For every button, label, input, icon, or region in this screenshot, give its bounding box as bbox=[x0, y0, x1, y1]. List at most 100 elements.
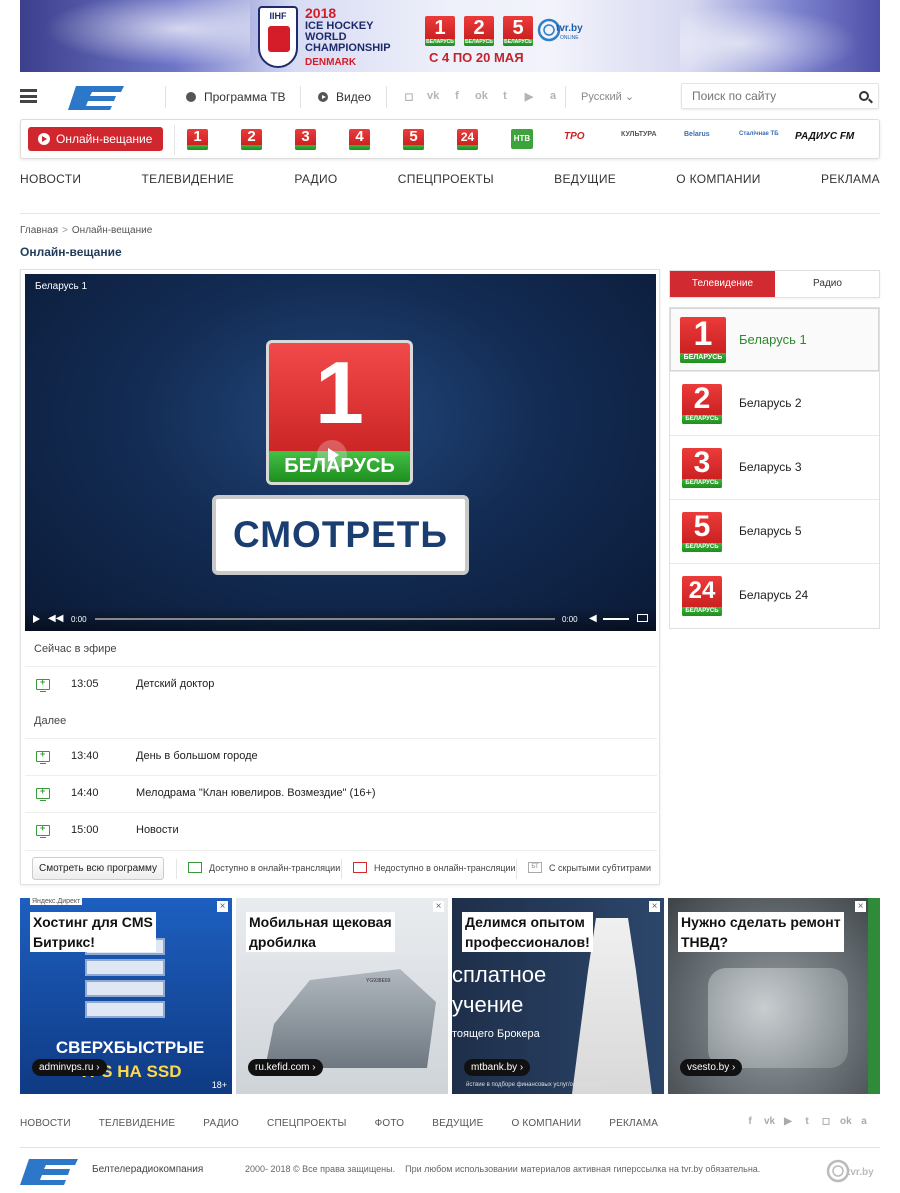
channel-logo-24[interactable]: 24 bbox=[457, 129, 478, 150]
rewind-icon[interactable]: ◀◀ bbox=[48, 613, 63, 624]
search-icon[interactable] bbox=[859, 91, 869, 101]
channel-logo-kultura[interactable]: КУЛЬТУРА bbox=[621, 131, 657, 138]
schedule-row[interactable]: 13:05 Детский доктор bbox=[25, 666, 657, 703]
breadcrumb-home[interactable]: Главная bbox=[20, 225, 58, 236]
nav-news[interactable]: НОВОСТИ bbox=[20, 172, 81, 186]
footer-nav-about[interactable]: О КОМПАНИИ bbox=[511, 1118, 581, 1129]
channel-logo-1[interactable]: 1 bbox=[187, 129, 208, 150]
close-icon[interactable]: × bbox=[217, 901, 228, 912]
progress-bar[interactable] bbox=[95, 618, 555, 620]
footer-nav-photo[interactable]: ФОТО bbox=[375, 1118, 405, 1129]
footer-bt-logo[interactable] bbox=[20, 1157, 78, 1185]
tv-available-icon bbox=[36, 677, 50, 692]
close-icon[interactable]: × bbox=[433, 901, 444, 912]
menu-burger-icon[interactable] bbox=[20, 89, 37, 103]
video-controls: ◀◀ 0:00 0:00 ◀ bbox=[25, 607, 656, 631]
youtube-icon[interactable]: ▶ bbox=[783, 1116, 793, 1128]
language-select[interactable]: Русский ⌄ bbox=[581, 90, 634, 103]
channel-logo-2[interactable]: 2 bbox=[241, 129, 262, 150]
channel-logo-stolichnoe[interactable]: Сталічнае ТБ bbox=[739, 131, 779, 137]
watch-button[interactable]: СМОТРЕТЬ bbox=[212, 495, 469, 575]
footer-tvr-logo[interactable]: tvr.by bbox=[825, 1157, 877, 1185]
channel-item-belarus3[interactable]: 3 БЕЛАРУСЬ Беларусь 3 bbox=[670, 436, 879, 500]
online-broadcast-button[interactable]: Онлайн-вещание bbox=[28, 127, 163, 151]
channel-logo-4[interactable]: 4 bbox=[349, 129, 370, 150]
android-icon[interactable]: a bbox=[859, 1116, 869, 1128]
facebook-icon[interactable]: f bbox=[745, 1116, 755, 1128]
channel-logo-1: 1 БЕЛАРУСЬ bbox=[680, 317, 726, 363]
odnoklassniki-icon[interactable]: ok bbox=[475, 90, 488, 102]
nav-radio[interactable]: РАДИО bbox=[294, 172, 337, 186]
channel-item-belarus5[interactable]: 5 БЕЛАРУСЬ Беларусь 5 bbox=[670, 500, 879, 564]
green-strip bbox=[868, 898, 880, 1094]
channel-list: 1 БЕЛАРУСЬ Беларусь 1 2 БЕЛАРУСЬ Беларусь … bbox=[669, 307, 880, 629]
youtube-icon[interactable]: ▶ bbox=[523, 90, 535, 103]
fullscreen-icon[interactable] bbox=[637, 614, 648, 622]
nav-ads[interactable]: РЕКЛАМА bbox=[821, 172, 880, 186]
ad-mtbank[interactable]: сплатное учение тоящего Брокера йствие в… bbox=[452, 898, 664, 1094]
channel-logo-tro[interactable]: ТРО bbox=[564, 131, 585, 142]
channel-logo-ntv[interactable]: НТВ bbox=[511, 129, 533, 149]
ad-title: Мобильная щековая дробилка bbox=[246, 912, 395, 952]
close-icon[interactable]: × bbox=[855, 901, 866, 912]
championship-banner[interactable]: IIHF 2018 ICE HOCKEY WORLD CHAMPIONSHIP … bbox=[20, 0, 880, 72]
schedule-row[interactable]: 14:40 Мелодрама "Клан ювелиров. Возмезди… bbox=[25, 775, 657, 812]
footer-nav-hosts[interactable]: ВЕДУЩИЕ bbox=[432, 1118, 483, 1129]
ad-domain[interactable]: mtbank.by › bbox=[464, 1059, 531, 1076]
instagram-icon[interactable]: ◻ bbox=[403, 90, 415, 103]
ad-kefid[interactable]: YG938E69 Мобильная щековая дробилка ru.ke… bbox=[236, 898, 448, 1094]
ad-caption: йствие в подборе финансовых услуг/органи… bbox=[466, 1082, 605, 1088]
volume-slider[interactable] bbox=[603, 618, 629, 620]
ad-adminvps[interactable]: Яндекс.Директ СВЕРХБЫСТРЫЕ VPS НА SSD Хо… bbox=[20, 898, 232, 1094]
footer-nav-radio[interactable]: РАДИО bbox=[203, 1118, 239, 1129]
video-link[interactable]: Видео bbox=[318, 90, 371, 104]
ad-domain[interactable]: vsesto.by › bbox=[680, 1059, 743, 1076]
now-on-air-heading: Сейчас в эфире bbox=[34, 643, 117, 655]
vk-icon[interactable]: vk bbox=[764, 1116, 775, 1128]
close-icon[interactable]: × bbox=[649, 901, 660, 912]
video-player[interactable]: Беларусь 1 1 БЕЛАРУСЬ СМОТРЕТЬ ◀◀ 0:00 0… bbox=[25, 274, 656, 631]
schedule-row[interactable]: 15:00 Новости bbox=[25, 812, 657, 849]
channel-logo-belarus[interactable]: Belarus bbox=[684, 131, 710, 138]
page-title: Онлайн-вещание bbox=[20, 245, 122, 259]
twitter-icon[interactable]: t bbox=[802, 1116, 812, 1128]
play-icon[interactable] bbox=[33, 615, 40, 623]
ad-domain[interactable]: adminvps.ru › bbox=[32, 1059, 107, 1076]
ad-title: Делимся опытом профессионалов! bbox=[462, 912, 593, 952]
twitter-icon[interactable]: t bbox=[499, 90, 511, 102]
channel-logo-5[interactable]: 5 bbox=[403, 129, 424, 150]
nav-hosts[interactable]: ВЕДУЩИЕ bbox=[554, 172, 616, 186]
ad-vsesto[interactable]: Нужно сделать ремонт ТНВД? vsesto.by › × bbox=[668, 898, 880, 1094]
footer-nav-tv[interactable]: ТЕЛЕВИДЕНИЕ bbox=[99, 1118, 176, 1129]
tab-tv[interactable]: Телевидение bbox=[670, 271, 775, 297]
channel-logo-3[interactable]: 3 bbox=[295, 129, 316, 150]
play-overlay-icon[interactable] bbox=[317, 440, 347, 470]
channel-item-belarus2[interactable]: 2 БЕЛАРУСЬ Беларусь 2 bbox=[670, 372, 879, 436]
channel-item-belarus24[interactable]: 24 БЕЛАРУСЬ Беларусь 24 bbox=[670, 564, 879, 628]
android-icon[interactable]: a bbox=[547, 90, 559, 102]
iihf-label: IIHF bbox=[269, 11, 287, 21]
footer-nav-ads[interactable]: РЕКЛАМА bbox=[609, 1118, 658, 1129]
schedule-name: Детский доктор bbox=[136, 678, 215, 690]
instagram-icon[interactable]: ◻ bbox=[821, 1116, 831, 1128]
nav-about[interactable]: О КОМПАНИИ bbox=[676, 172, 760, 186]
footer-nav-specprojects[interactable]: СПЕЦПРОЕКТЫ bbox=[267, 1118, 347, 1129]
channel-logo-radius[interactable]: РАДИУС FM bbox=[795, 131, 854, 142]
channel-item-belarus1[interactable]: 1 БЕЛАРУСЬ Беларусь 1 bbox=[670, 308, 879, 372]
odnoklassniki-icon[interactable]: ok bbox=[840, 1116, 852, 1128]
schedule-row[interactable]: 13:40 День в большом городе bbox=[25, 738, 657, 775]
nav-tv[interactable]: ТЕЛЕВИДЕНИЕ bbox=[142, 172, 235, 186]
tv-available-icon bbox=[36, 749, 50, 764]
search-input[interactable] bbox=[692, 89, 852, 103]
full-program-button[interactable]: Смотреть всю программу bbox=[32, 857, 164, 880]
ad-domain[interactable]: ru.kefid.com › bbox=[248, 1059, 323, 1076]
tab-radio[interactable]: Радио bbox=[775, 271, 880, 297]
volume-icon[interactable]: ◀ bbox=[589, 613, 597, 624]
facebook-icon[interactable]: f bbox=[451, 90, 463, 102]
tv-program-link[interactable]: Программа ТВ bbox=[186, 90, 286, 104]
chevron-down-icon: ⌄ bbox=[624, 91, 635, 103]
vk-icon[interactable]: vk bbox=[427, 90, 439, 102]
footer-nav-news[interactable]: НОВОСТИ bbox=[20, 1118, 71, 1129]
nav-specprojects[interactable]: СПЕЦПРОЕКТЫ bbox=[398, 172, 494, 186]
bt-logo[interactable] bbox=[68, 84, 124, 110]
